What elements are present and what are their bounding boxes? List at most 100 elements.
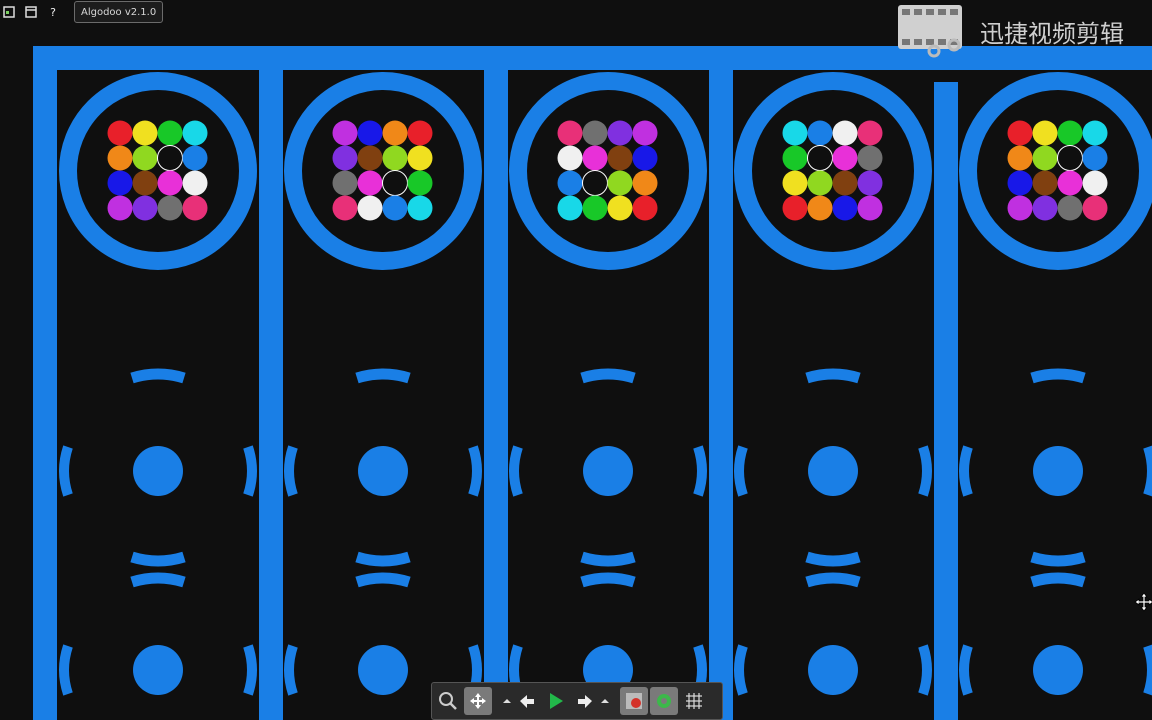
ball: [807, 120, 833, 146]
ball: [157, 145, 183, 171]
simulation-canvas[interactable]: [0, 0, 1152, 720]
move-cursor-icon: [1134, 592, 1152, 612]
arc-deflector: [805, 551, 861, 567]
side-bracket: [468, 445, 482, 497]
ball: [157, 195, 183, 221]
arc-deflector: [355, 551, 411, 567]
play-icon[interactable]: [542, 687, 570, 715]
ball: [132, 120, 158, 146]
side-bracket: [734, 644, 748, 696]
ball: [382, 145, 408, 171]
side-bracket: [59, 644, 73, 696]
dropdown-arrow-icon[interactable]: [598, 687, 612, 715]
window-icon[interactable]: [0, 3, 18, 21]
arc-deflector: [580, 572, 636, 588]
side-bracket: [1143, 445, 1152, 497]
arc-deflector: [130, 368, 186, 384]
ball: [582, 170, 608, 196]
ball: [132, 145, 158, 171]
side-bracket: [243, 445, 257, 497]
side-bracket: [1143, 644, 1152, 696]
ball: [182, 120, 208, 146]
ball: [332, 195, 358, 221]
arc-deflector: [805, 368, 861, 384]
ring-container: [59, 72, 257, 270]
ring-container: [734, 72, 932, 270]
ball: [132, 170, 158, 196]
ball: [607, 170, 633, 196]
peg-circle: [1033, 645, 1083, 695]
arc-deflector: [805, 572, 861, 588]
column-divider: [259, 46, 283, 720]
ball: [857, 120, 883, 146]
peg-circle: [133, 645, 183, 695]
film-scissors-icon: [898, 5, 962, 58]
panel-icon[interactable]: [22, 3, 40, 21]
pan-icon[interactable]: [464, 687, 492, 715]
ball: [1007, 170, 1033, 196]
left-wall: [33, 46, 57, 720]
ball: [1082, 120, 1108, 146]
ball: [382, 195, 408, 221]
column-divider: [934, 82, 958, 720]
ball: [782, 170, 808, 196]
dropdown-arrow-icon[interactable]: [500, 687, 514, 715]
ball: [782, 120, 808, 146]
ball: [407, 145, 433, 171]
ball: [632, 170, 658, 196]
undo-icon[interactable]: [514, 687, 542, 715]
bottom-toolbar: [431, 682, 723, 720]
ball: [182, 170, 208, 196]
ball: [807, 145, 833, 171]
ball: [1082, 195, 1108, 221]
column-divider: [484, 46, 508, 720]
arc-deflector: [130, 572, 186, 588]
ball: [857, 145, 883, 171]
ball: [1057, 195, 1083, 221]
ball: [857, 170, 883, 196]
ring-container: [959, 72, 1152, 270]
arc-deflector: [355, 572, 411, 588]
ball: [632, 145, 658, 171]
side-bracket: [959, 644, 973, 696]
ball: [557, 145, 583, 171]
ball: [382, 170, 408, 196]
ball: [1007, 145, 1033, 171]
peg-circle: [583, 446, 633, 496]
ball: [1007, 120, 1033, 146]
ball: [132, 195, 158, 221]
ball: [1057, 145, 1083, 171]
arc-deflector: [580, 551, 636, 567]
ball: [357, 170, 383, 196]
arc-deflector: [1030, 368, 1086, 384]
ball: [832, 170, 858, 196]
ball: [582, 120, 608, 146]
ball: [107, 145, 133, 171]
ball: [1032, 145, 1058, 171]
side-bracket: [959, 445, 973, 497]
ball: [557, 120, 583, 146]
ball: [1032, 195, 1058, 221]
gear-tool-icon[interactable]: [650, 687, 678, 715]
peg-circle: [1033, 446, 1083, 496]
scene-icon[interactable]: [620, 687, 648, 715]
arc-deflector: [580, 368, 636, 384]
redo-icon[interactable]: [570, 687, 598, 715]
ball: [1057, 170, 1083, 196]
ball: [182, 195, 208, 221]
ball: [157, 170, 183, 196]
ball: [832, 195, 858, 221]
grid-icon[interactable]: [680, 687, 708, 715]
ball: [182, 145, 208, 171]
ball: [1032, 170, 1058, 196]
ball: [107, 195, 133, 221]
side-bracket: [918, 644, 932, 696]
zoom-icon[interactable]: [432, 687, 464, 715]
ball: [807, 170, 833, 196]
side-bracket: [284, 445, 298, 497]
ball: [1057, 120, 1083, 146]
side-bracket: [243, 644, 257, 696]
ball: [357, 195, 383, 221]
help-icon[interactable]: ?: [44, 3, 62, 21]
ball: [582, 195, 608, 221]
